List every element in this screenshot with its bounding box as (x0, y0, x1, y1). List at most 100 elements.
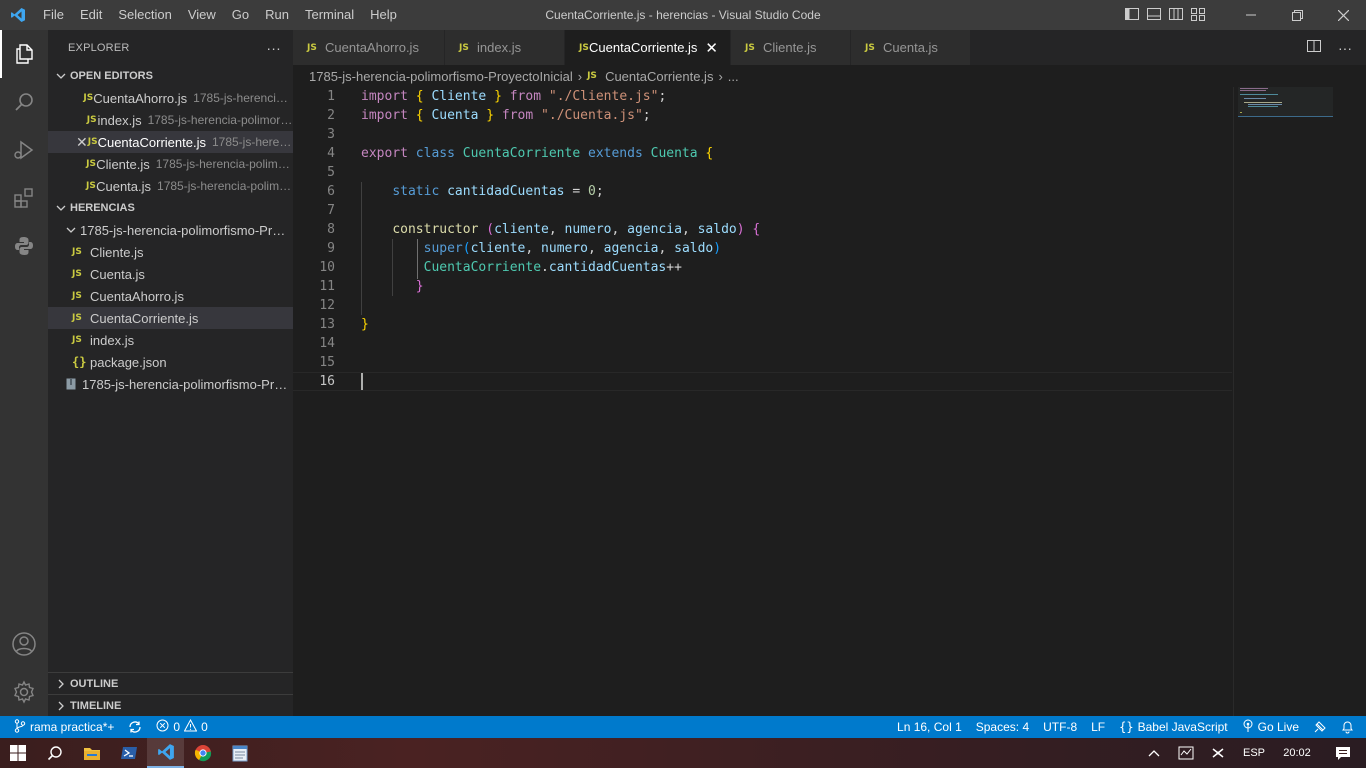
close-icon[interactable]: ✕ (705, 39, 718, 57)
open-editors-label: OPEN EDITORS (70, 70, 153, 82)
windows-start-icon[interactable] (0, 738, 36, 768)
notepad-icon[interactable] (221, 738, 258, 768)
network-icon[interactable] (1202, 738, 1234, 768)
line-number: 10 (319, 260, 335, 275)
branch-status[interactable]: rama practica*+ (0, 716, 121, 738)
toggle-panel-icon[interactable] (1146, 6, 1162, 25)
tab-cuentacorriente[interactable]: JS CuentaCorriente.js ✕ (565, 30, 731, 65)
js-file-icon: JS (587, 71, 597, 81)
file-item[interactable]: JS Cuenta.js (48, 263, 293, 285)
open-editors-header[interactable]: OPEN EDITORS (48, 65, 293, 87)
tab-cuenta[interactable]: JS Cuenta.js (851, 30, 971, 65)
cursor-position[interactable]: Ln 16, Col 1 (890, 716, 969, 738)
menu-help[interactable]: Help (362, 0, 405, 30)
minimap[interactable] (1238, 87, 1333, 127)
breadcrumb: 1785-js-herencia-polimorfismo-ProyectoIn… (293, 65, 1366, 87)
windows-taskbar: ESP 20:02 (0, 738, 1366, 768)
file-item[interactable]: JS CuentaAhorro.js (48, 285, 293, 307)
timeline-header[interactable]: TIMELINE (48, 694, 293, 716)
file-item[interactable]: {} package.json (48, 351, 293, 373)
menu-run[interactable]: Run (257, 0, 297, 30)
feedback-icon[interactable] (1306, 716, 1334, 738)
vscode-logo-icon[interactable] (0, 0, 35, 30)
settings-gear-icon[interactable] (0, 668, 48, 716)
toggle-secondary-sidebar-icon[interactable] (1168, 6, 1184, 25)
open-editor-item[interactable]: JS index.js 1785-js-herencia-polimorfism… (48, 109, 293, 131)
menu-edit[interactable]: Edit (72, 0, 110, 30)
open-editor-name: Cuenta.js (96, 178, 152, 194)
search-icon[interactable] (0, 78, 48, 126)
js-file-icon: JS (307, 42, 317, 53)
file-explorer-icon[interactable] (73, 738, 110, 768)
close-icon[interactable]: ✕ (76, 134, 88, 151)
chrome-icon[interactable] (184, 738, 221, 768)
notifications-bell-icon[interactable] (1334, 716, 1366, 738)
scrollbar-track[interactable] (1233, 87, 1234, 716)
toggle-sidebar-icon[interactable] (1124, 6, 1140, 25)
line-number: 12 (319, 298, 335, 313)
close-window-icon[interactable] (1320, 0, 1366, 30)
menu-terminal[interactable]: Terminal (297, 0, 362, 30)
chevron-right-icon: › (718, 68, 723, 84)
file-item[interactable]: JS Cliente.js (48, 241, 293, 263)
open-editor-item[interactable]: JS Cliente.js 1785-js-herencia-polimorfi… (48, 153, 293, 175)
code-editor[interactable]: 1 import { Cliente } from "./Cliente.js";… (293, 87, 1366, 716)
tab-cuentaahorro[interactable]: JS CuentaAhorro.js (293, 30, 445, 65)
js-file-icon: JS (745, 42, 755, 53)
end-of-line[interactable]: LF (1084, 716, 1112, 738)
vscode-taskbar-icon[interactable] (147, 738, 184, 768)
folder-item[interactable]: 1785-js-herencia-polimorfismo-ProyectoIn… (48, 219, 293, 241)
more-actions-icon[interactable]: ··· (1338, 40, 1352, 56)
file-item[interactable]: 1785-js-herencia-polimorfismo-ProyectoIn… (48, 373, 293, 395)
chevron-up-icon[interactable] (1138, 738, 1170, 768)
powershell-icon[interactable] (110, 738, 147, 768)
outline-header[interactable]: OUTLINE (48, 672, 293, 694)
explorer-icon[interactable] (0, 30, 48, 78)
menu-view[interactable]: View (180, 0, 224, 30)
more-actions-button[interactable]: ··· (266, 40, 281, 56)
menu-selection[interactable]: Selection (110, 0, 179, 30)
open-editor-item[interactable]: JS Cuenta.js 1785-js-herencia-polimorfis… (48, 175, 293, 197)
python-icon[interactable] (0, 222, 48, 270)
clock[interactable]: 20:02 (1274, 738, 1320, 768)
menu-bar: File Edit Selection View Go Run Terminal… (35, 0, 405, 30)
task-manager-icon[interactable] (1170, 738, 1202, 768)
open-editor-item-active[interactable]: ✕ JS CuentaCorriente.js 1785-js-herencia… (48, 131, 293, 153)
js-file-icon: JS (86, 159, 96, 169)
language-indicator[interactable]: ESP (1234, 738, 1274, 768)
error-count: 0 (173, 720, 181, 734)
customize-layout-icon[interactable] (1190, 6, 1206, 25)
menu-go[interactable]: Go (224, 0, 257, 30)
problems-status[interactable]: 0 0 (149, 716, 214, 738)
js-file-icon: JS (865, 42, 875, 53)
go-live-button[interactable]: Go Live (1235, 716, 1306, 738)
run-debug-icon[interactable] (0, 126, 48, 174)
menu-file[interactable]: File (35, 0, 72, 30)
tab-cliente[interactable]: JS Cliente.js (731, 30, 851, 65)
sync-icon[interactable] (121, 716, 149, 738)
minimize-icon[interactable] (1228, 0, 1274, 30)
tab-label: CuentaCorriente.js (589, 40, 698, 55)
notification-center-icon[interactable] (1320, 738, 1366, 768)
accounts-icon[interactable] (0, 620, 48, 668)
split-editor-icon[interactable] (1306, 38, 1322, 57)
search-icon[interactable] (36, 738, 73, 768)
workspace-header[interactable]: HERENCIAS (48, 197, 293, 219)
open-editor-item[interactable]: JS CuentaAhorro.js 1785-js-herencia-poli… (48, 87, 293, 109)
indentation[interactable]: Spaces: 4 (969, 716, 1036, 738)
file-item[interactable]: JS index.js (48, 329, 293, 351)
breadcrumb-more[interactable]: ... (728, 69, 739, 84)
file-item-active[interactable]: JS CuentaCorriente.js (48, 307, 293, 329)
tab-index[interactable]: JS index.js (445, 30, 565, 65)
open-editor-name: CuentaAhorro.js (93, 90, 188, 106)
restore-icon[interactable] (1274, 0, 1320, 30)
js-file-icon: JS (579, 42, 589, 53)
tab-label: Cuenta.js (883, 40, 938, 55)
js-file-icon: JS (86, 181, 96, 191)
breadcrumb-file[interactable]: CuentaCorriente.js (605, 69, 713, 84)
editor-tabs: JS CuentaAhorro.js JS index.js JS CuentaCor… (293, 30, 1366, 65)
breadcrumb-folder[interactable]: 1785-js-herencia-polimorfismo-ProyectoIn… (309, 69, 573, 84)
language-mode[interactable]: {} Babel JavaScript (1112, 716, 1235, 738)
encoding[interactable]: UTF-8 (1036, 716, 1084, 738)
extensions-icon[interactable] (0, 174, 48, 222)
